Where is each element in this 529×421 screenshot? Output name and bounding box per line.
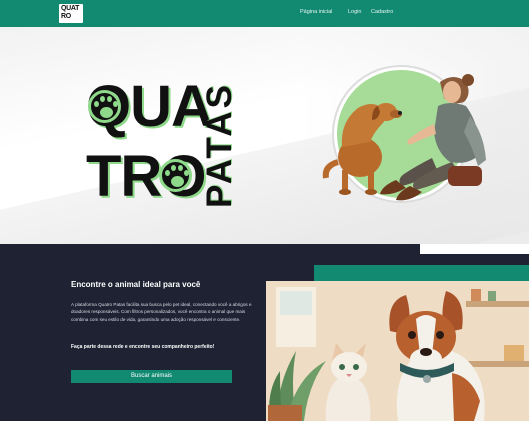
- dog-figure: [322, 103, 402, 195]
- info-description: A plataforma Quatro Patas facilita sua b…: [71, 302, 252, 322]
- woman-with-dog-illustration: [322, 74, 486, 201]
- woman-figure: [380, 74, 486, 201]
- nav-link-login[interactable]: Login: [348, 9, 361, 15]
- info-title: Encontre o animal ideal para você: [71, 280, 201, 289]
- search-animals-button[interactable]: Buscar animais: [71, 370, 232, 383]
- nav-link-signup[interactable]: Cadastro: [371, 9, 393, 15]
- dog-and-cat-illustration: [266, 281, 529, 421]
- logo-text-line1: QUATRO: [61, 5, 80, 20]
- paw-icon: [88, 90, 121, 123]
- info-accent-block: [420, 244, 529, 254]
- nav-links: Página inicial Login Cadastro: [300, 9, 425, 19]
- info-cta-text: Faça parte dessa rede e encontre seu com…: [71, 344, 215, 350]
- navbar: QUATRO Página inicial Login Cadastro: [0, 0, 529, 27]
- pets-image: [266, 281, 529, 421]
- site-logo[interactable]: QUATRO: [59, 4, 83, 23]
- paw-icon: [159, 159, 192, 192]
- hero-word-patas: PATAS: [200, 82, 239, 208]
- nav-link-home[interactable]: Página inicial: [300, 9, 332, 15]
